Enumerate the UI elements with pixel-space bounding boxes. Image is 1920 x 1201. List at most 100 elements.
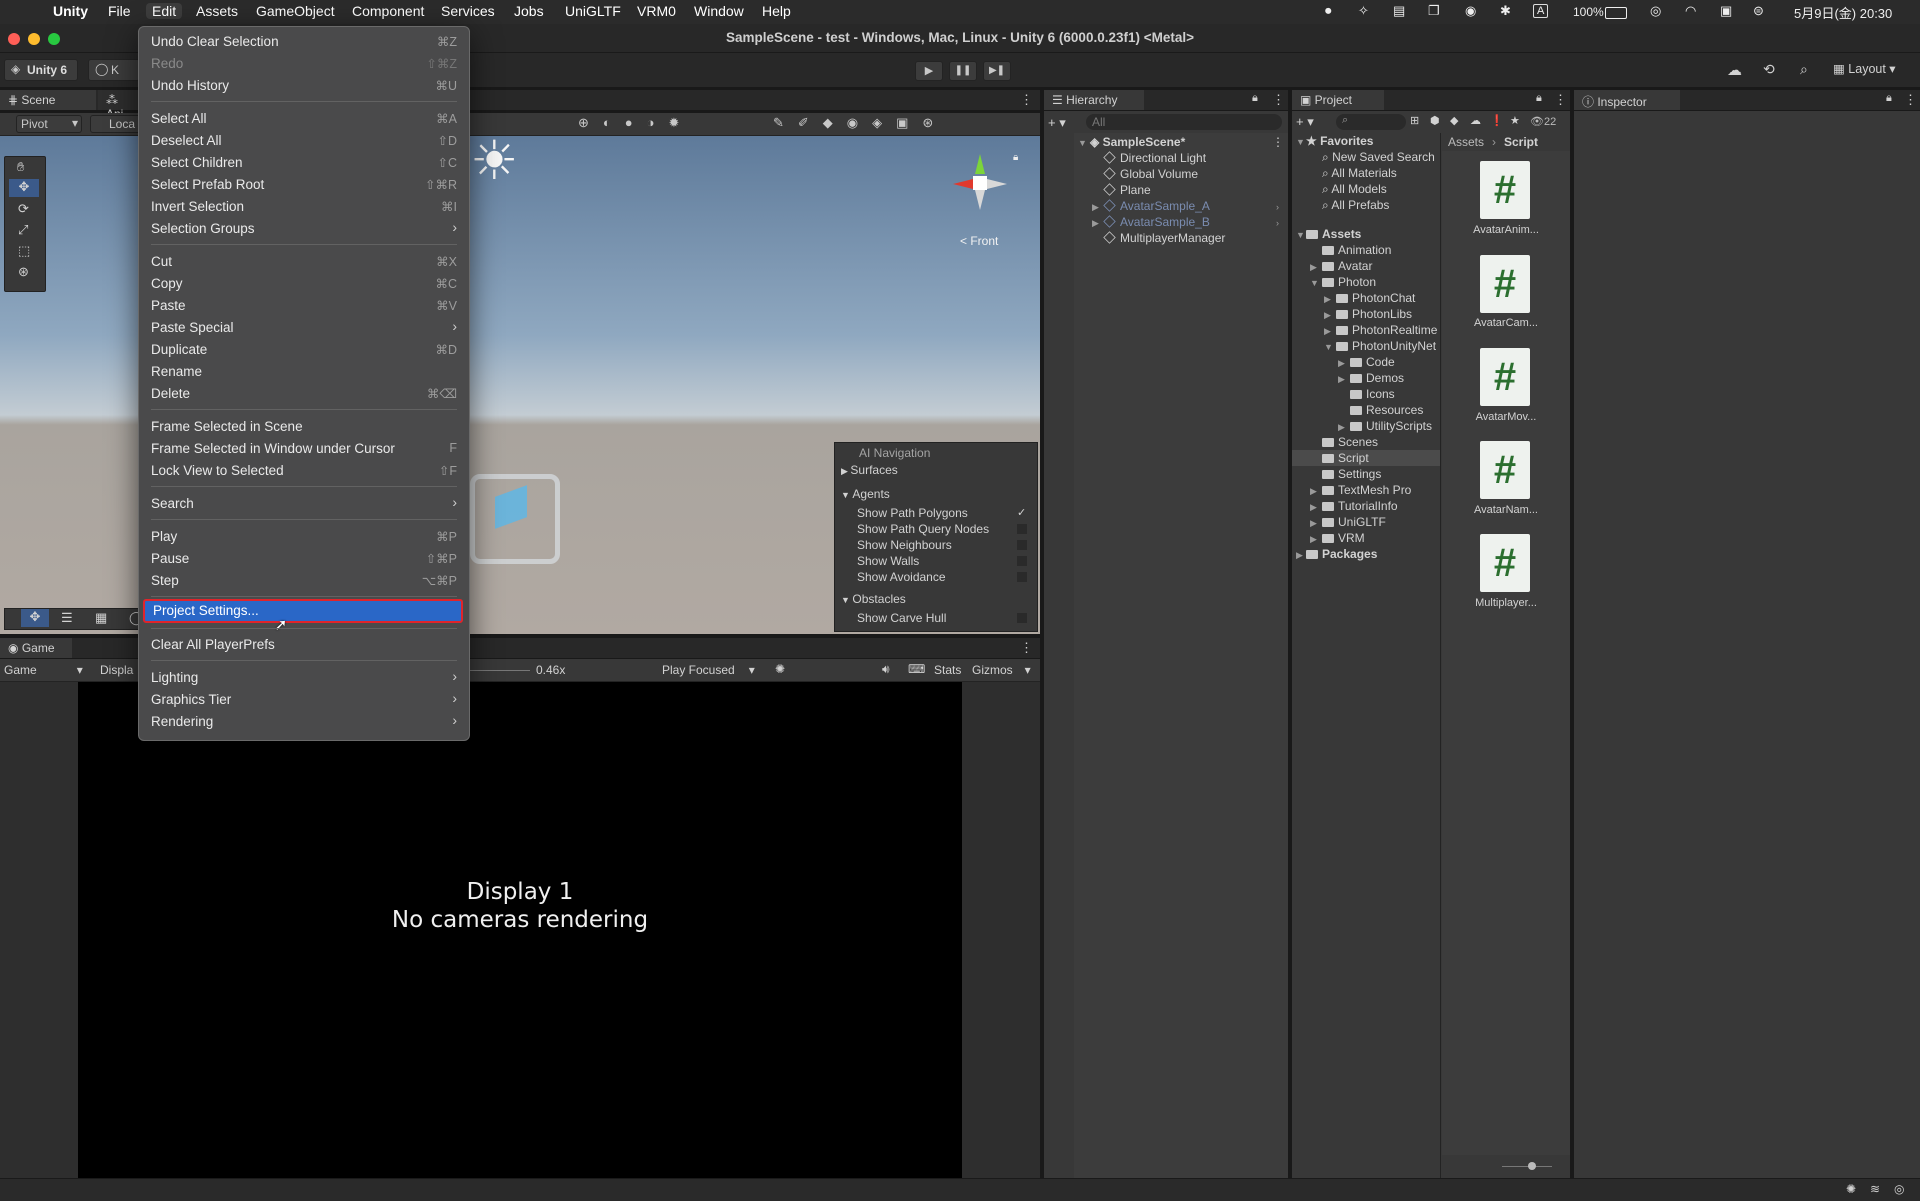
script-file-icon[interactable]: # (1480, 348, 1530, 406)
folder-demos[interactable]: Demos (1350, 371, 1404, 385)
checkbox-show-walls[interactable] (1017, 556, 1027, 566)
menu-item-search[interactable]: Search › (151, 494, 457, 514)
menu-item-lighting[interactable]: Lighting › (151, 668, 457, 688)
agents-foldout[interactable]: ▼ Agents (841, 487, 890, 501)
folder-avatar[interactable]: Avatar (1322, 259, 1372, 273)
hidden-count[interactable]: 👁︎22 (1530, 115, 1556, 128)
front-view-label[interactable]: < Front (960, 234, 998, 248)
checkbox-show-avoidance[interactable] (1017, 572, 1027, 582)
menu-gameobject[interactable]: GameObject (256, 3, 335, 19)
clipboard-icon[interactable]: ▤ (1393, 3, 1405, 19)
record-icon[interactable]: ⏺ (1325, 3, 1332, 19)
overlay-move-icon[interactable]: ✥ (21, 609, 49, 627)
warning-icon[interactable]: ❗ (1490, 114, 1504, 127)
pivot-dropdown[interactable]: Pivot ▾ (16, 115, 82, 133)
menu-jobs[interactable]: Jobs (514, 3, 544, 19)
menu-item-lock-view-to-selected[interactable]: Lock View to Selected ⇧F (151, 461, 457, 481)
game-more-icon[interactable]: ⋮ (1020, 640, 1033, 656)
bluetooth-icon[interactable]: ✱ (1500, 3, 1511, 19)
scale-tool-icon[interactable]: ⤢ (18, 222, 28, 238)
menu-item-deselect-all[interactable]: Deselect All ⇧D (151, 131, 457, 151)
menu-item-project-settings[interactable]: Project Settings... (143, 599, 463, 623)
hierarchy-item-avatarsample-b[interactable]: AvatarSample_B (1103, 215, 1210, 229)
menu-item-duplicate[interactable]: Duplicate ⌘D (151, 340, 457, 360)
hand-tool-icon[interactable]: ✋︎ (17, 159, 24, 175)
layout-dropdown[interactable]: ▦ Layout ▾ (1833, 61, 1896, 76)
hierarchy-add-button[interactable]: + ▾ (1048, 115, 1066, 131)
menu-services[interactable]: Services (441, 3, 495, 19)
script-file-icon[interactable]: # (1480, 161, 1530, 219)
checkbox-show-carve-hull[interactable] (1017, 613, 1027, 623)
file-avataranim[interactable]: AvatarAnim... (1442, 224, 1570, 236)
menu-app-unity[interactable]: Unity (53, 3, 88, 19)
local-dropdown[interactable]: Loca (90, 115, 142, 133)
favorite-all-prefabs[interactable]: ⌕ All Prefabs (1322, 198, 1389, 213)
favorites-header[interactable]: ★ Favorites (1306, 134, 1373, 148)
media-icon[interactable]: ◉ (1465, 3, 1476, 19)
folder-code[interactable]: Code (1350, 355, 1395, 369)
surfaces-foldout[interactable]: ▶ Surfaces (841, 463, 898, 477)
packages-root[interactable]: Packages (1306, 547, 1377, 561)
scale-slider[interactable] (470, 670, 530, 671)
menu-help[interactable]: Help (762, 3, 791, 19)
lock-gizmo-icon[interactable]: 🔒︎ (1013, 152, 1018, 163)
folder-utilityscripts[interactable]: UtilityScripts (1350, 419, 1432, 433)
package-icon[interactable]: ◆ (1450, 114, 1458, 127)
rect-tool-icon[interactable]: ⬚ (18, 243, 30, 259)
icon-size-slider[interactable] (1502, 1166, 1552, 1167)
pause-button[interactable]: ❚❚ (949, 61, 977, 81)
checkbox-show-neighbours[interactable] (1017, 540, 1027, 550)
step-button[interactable]: ▶❚ (983, 61, 1011, 81)
menu-item-invert-selection[interactable]: Invert Selection ⌘I (151, 197, 457, 217)
hierarchy-search-input[interactable]: All (1086, 114, 1282, 130)
menu-item-paste-special[interactable]: Paste Special › (151, 318, 457, 338)
obstacles-foldout[interactable]: ▼ Obstacles (841, 592, 906, 606)
menu-item-paste[interactable]: Paste ⌘V (151, 296, 457, 316)
tab-hierarchy[interactable]: ☰ Hierarchy (1044, 90, 1144, 110)
menu-item-frame-selected-in-scene[interactable]: Frame Selected in Scene (151, 417, 457, 437)
hierarchy-item-global-volume[interactable]: Global Volume (1103, 167, 1198, 181)
favorite-all-models[interactable]: ⌕ All Models (1322, 182, 1387, 197)
folder-textmesh-pro[interactable]: TextMesh Pro (1322, 483, 1411, 497)
menu-edit[interactable]: Edit (146, 3, 183, 19)
folder-settings[interactable]: Settings (1322, 467, 1381, 481)
cache-icon[interactable]: ≋ (1870, 1182, 1880, 1196)
folder-scenes[interactable]: Scenes (1322, 435, 1378, 449)
script-file-icon[interactable]: # (1480, 534, 1530, 592)
folder-photonrealtime[interactable]: PhotonRealtime (1336, 323, 1437, 337)
favorite-star-icon[interactable]: ★ (1510, 114, 1520, 127)
menu-item-frame-selected-under-cursor[interactable]: Frame Selected in Window under Cursor F (151, 439, 457, 459)
menu-item-selection-groups[interactable]: Selection Groups › (151, 219, 457, 239)
project-more-icon[interactable]: ⋮ (1554, 92, 1567, 108)
debug-icon[interactable]: ✺ (1846, 1182, 1856, 1196)
overlay-snap-icon[interactable]: ☰ (61, 610, 73, 626)
stats-button[interactable]: Stats (934, 663, 961, 677)
bug-icon[interactable]: ✺ (775, 662, 785, 676)
menu-window[interactable]: Window (694, 3, 744, 19)
menu-assets[interactable]: Assets (196, 3, 238, 19)
clock[interactable]: 5月9日(金) 20:30 (1794, 3, 1892, 22)
cloud-icon[interactable]: ☁ (1727, 61, 1742, 79)
menu-item-play[interactable]: Play ⌘P (151, 527, 457, 547)
audio-icon[interactable]: 🔊︎ (882, 662, 890, 677)
log-icon[interactable]: ☁ (1470, 114, 1481, 127)
display-dropdown[interactable]: Displa (100, 663, 133, 677)
scene-view-options[interactable]: ⊕◐●◑✹ (578, 115, 693, 131)
menu-item-undo-history[interactable]: Undo History ⌘U (151, 76, 457, 96)
menu-item-rename[interactable]: Rename (151, 362, 457, 382)
inspector-more-icon[interactable]: ⋮ (1904, 92, 1917, 108)
battery-icon[interactable] (1605, 7, 1627, 19)
folder-vrm[interactable]: VRM (1322, 531, 1365, 545)
hierarchy-item-multiplayermanager[interactable]: MultiplayerManager (1103, 231, 1225, 245)
tab-scene[interactable]: ⋕ Scene (0, 90, 96, 110)
folder-resources[interactable]: Resources (1350, 403, 1423, 417)
folder-tutorialinfo[interactable]: TutorialInfo (1322, 499, 1398, 513)
window-icon[interactable]: ❐ (1428, 3, 1440, 19)
scene-more-icon[interactable]: ⋮ (1272, 135, 1284, 149)
folder-icons[interactable]: Icons (1350, 387, 1395, 401)
menu-item-undo-clear-selection[interactable]: Undo Clear Selection ⌘Z (151, 32, 457, 52)
keyboard-icon[interactable]: ⌨ (908, 662, 925, 676)
folder-photonunitynet[interactable]: PhotonUnityNet (1336, 339, 1436, 353)
hierarchy-item-plane[interactable]: Plane (1103, 183, 1151, 197)
inspector-lock-icon[interactable]: 🔒︎ (1886, 92, 1892, 105)
